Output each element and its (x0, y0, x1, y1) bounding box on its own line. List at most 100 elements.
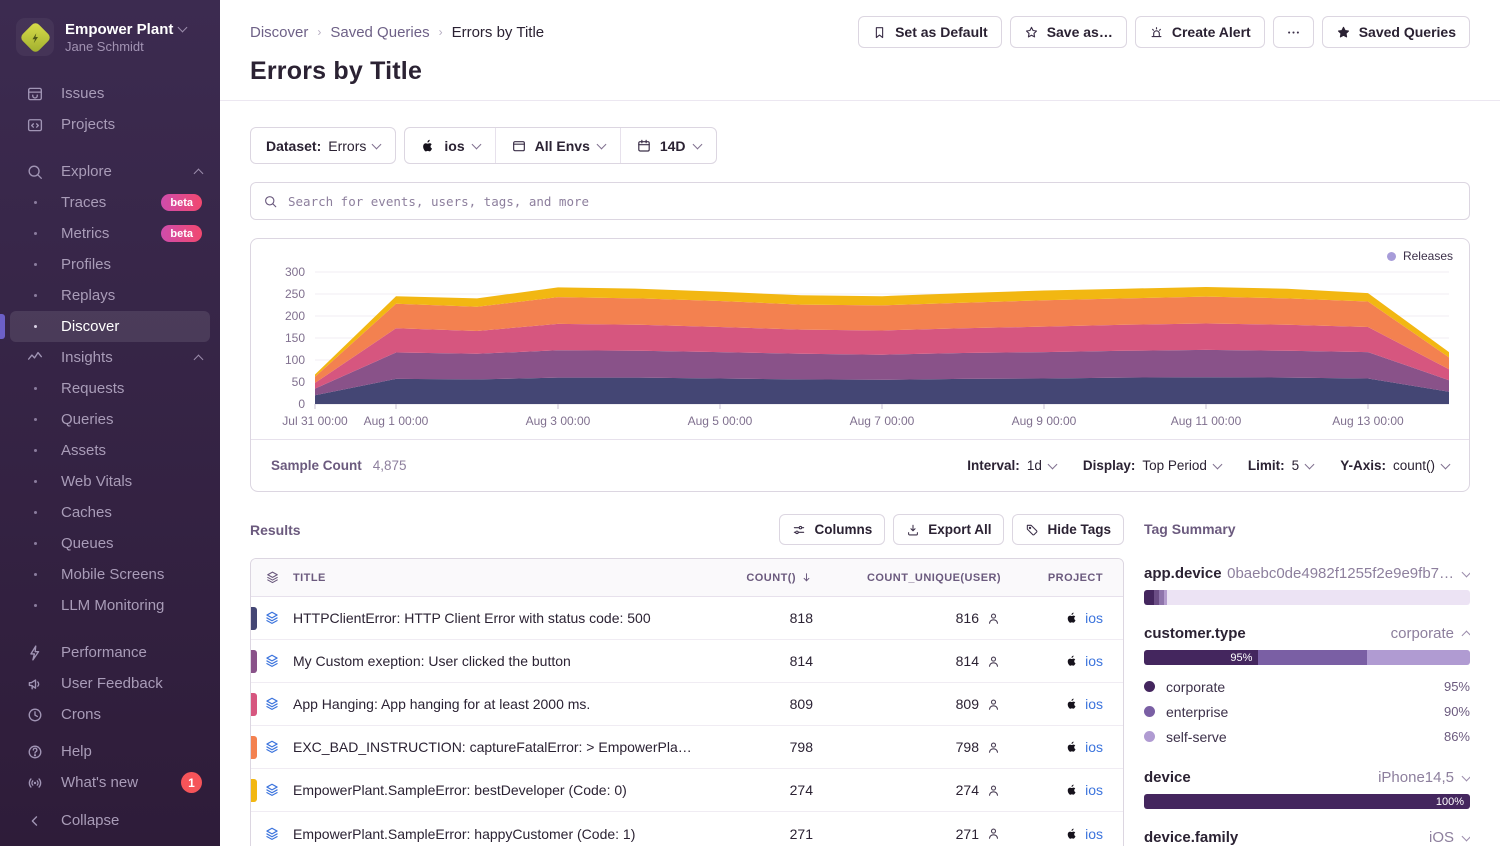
column-header-title[interactable]: TITLE (293, 572, 709, 584)
tag-section-header[interactable]: customer.typecorporate (1144, 625, 1470, 642)
chevron-left-icon (26, 812, 44, 830)
event-stack-cell[interactable] (251, 696, 293, 712)
event-stack-cell[interactable] (251, 610, 293, 626)
chevron-up-icon (194, 354, 204, 364)
display-dropdown[interactable]: Display:Top Period (1083, 458, 1221, 473)
breadcrumb-discover[interactable]: Discover (250, 24, 308, 41)
project-filter[interactable]: ios (405, 128, 494, 163)
table-row[interactable]: HTTPClientError: HTTP Client Error with … (251, 597, 1123, 640)
org-avatar (16, 18, 54, 56)
sidebar-item-label: Profiles (61, 256, 111, 273)
collapse-label: Collapse (61, 812, 119, 829)
sidebar-item-user-feedback[interactable]: User Feedback (10, 668, 210, 699)
table-row[interactable]: EXC_BAD_INSTRUCTION: captureFatalError: … (251, 726, 1123, 769)
sidebar-collapse-button[interactable]: Collapse (10, 805, 210, 836)
sidebar-item-profiles[interactable]: Profiles (10, 249, 210, 280)
tag-section-device-family: device.familyiOS100% (1144, 829, 1470, 846)
column-header-count[interactable]: COUNT() (709, 571, 813, 584)
project-link[interactable]: ios (1085, 739, 1103, 755)
error-title[interactable]: EmpowerPlant.SampleError: bestDeveloper … (293, 782, 709, 798)
sidebar-item-discover[interactable]: Discover (10, 311, 210, 342)
sidebar-item-traces[interactable]: Tracesbeta (10, 187, 210, 218)
dataset-dropdown[interactable]: Dataset: Errors (250, 127, 396, 164)
hide-tags-button[interactable]: Hide Tags (1012, 514, 1124, 545)
filter-bar: Dataset: Errors ios All Envs (250, 127, 1470, 164)
create-alert-button[interactable]: Create Alert (1135, 16, 1265, 48)
sidebar-item-mobile-screens[interactable]: Mobile Screens (10, 559, 210, 590)
page-filter-group: ios All Envs 14D (404, 127, 716, 164)
tag-breakdown-item[interactable]: self-serve86% (1144, 724, 1470, 749)
button-label: Hide Tags (1047, 522, 1111, 537)
search-icon (26, 163, 44, 181)
layers-icon (265, 570, 280, 585)
table-row[interactable]: App Hanging: App hanging for at least 20… (251, 683, 1123, 726)
event-stack-cell[interactable] (251, 653, 293, 669)
table-row[interactable]: EmpowerPlant.SampleError: bestDeveloper … (251, 769, 1123, 812)
sidebar-item-explore[interactable]: Explore (10, 156, 210, 187)
limit-dropdown[interactable]: Limit:5 (1248, 458, 1313, 473)
event-stack-cell[interactable] (251, 782, 293, 798)
error-title[interactable]: My Custom exeption: User clicked the but… (293, 653, 709, 669)
error-title[interactable]: EXC_BAD_INSTRUCTION: captureFatalError: … (293, 739, 709, 755)
sidebar-item-insights[interactable]: Insights (10, 342, 210, 373)
sidebar-item-requests[interactable]: Requests (10, 373, 210, 404)
org-switcher[interactable]: Empower Plant Jane Schmidt (0, 0, 220, 70)
project-link[interactable]: ios (1085, 782, 1103, 798)
sidebar-item-help[interactable]: Help (10, 736, 210, 767)
columns-button[interactable]: Columns (779, 514, 885, 545)
sidebar-item-issues[interactable]: Issues (10, 78, 210, 109)
sidebar-item-label: Crons (61, 706, 101, 723)
control-label: Display: (1083, 458, 1136, 473)
error-title[interactable]: App Hanging: App hanging for at least 20… (293, 696, 709, 712)
saved-queries-button[interactable]: Saved Queries (1322, 16, 1470, 48)
error-title[interactable]: EmpowerPlant.SampleError: happyCustomer … (293, 826, 709, 842)
results-buttons: Columns Export All Hide Tags (779, 514, 1124, 545)
project-link[interactable]: ios (1085, 696, 1103, 712)
sidebar-item-web-vitals[interactable]: Web Vitals (10, 466, 210, 497)
tag-section-header[interactable]: deviceiPhone14,5 (1144, 769, 1470, 786)
sidebar-item-whats-new[interactable]: What's new1 (10, 767, 210, 798)
event-stack-cell[interactable] (251, 739, 293, 755)
error-title[interactable]: HTTPClientError: HTTP Client Error with … (293, 610, 709, 626)
tag-breakdown-item[interactable]: corporate95% (1144, 674, 1470, 699)
sidebar-item-caches[interactable]: Caches (10, 497, 210, 528)
chart-panel: Releases 050100150200250300Jul 31 00:00A… (250, 238, 1470, 492)
sidebar-item-queries[interactable]: Queries (10, 404, 210, 435)
tag-dot-icon (1144, 706, 1155, 717)
date-range-filter[interactable]: 14D (620, 128, 716, 163)
search-input[interactable] (288, 194, 1457, 209)
table-row[interactable]: My Custom exeption: User clicked the but… (251, 640, 1123, 683)
project-link[interactable]: ios (1085, 653, 1103, 669)
column-header-count-unique[interactable]: COUNT_UNIQUE(USER) (813, 572, 1001, 584)
sidebar-item-crons[interactable]: Crons (10, 699, 210, 730)
sort-down-icon (800, 571, 813, 584)
more-button[interactable] (1273, 16, 1314, 48)
environment-filter[interactable]: All Envs (495, 128, 620, 163)
y-axis-dropdown[interactable]: Y-Axis:count() (1340, 458, 1449, 473)
tag-section-header[interactable]: device.familyiOS (1144, 829, 1470, 846)
tag-section-header[interactable]: app.device0baebc0de4982f1255f2e9e9fb7… (1144, 565, 1470, 582)
breadcrumb-saved-queries[interactable]: Saved Queries (330, 24, 429, 41)
project-link[interactable]: ios (1085, 826, 1103, 842)
project-link[interactable]: ios (1085, 610, 1103, 626)
help-icon (26, 743, 44, 761)
event-stack-cell[interactable] (251, 826, 293, 842)
export-all-button[interactable]: Export All (893, 514, 1004, 545)
sidebar-item-assets[interactable]: Assets (10, 435, 210, 466)
sidebar-item-projects[interactable]: Projects (10, 109, 210, 140)
set-as-default-button[interactable]: Set as Default (858, 16, 1002, 48)
chart-legend[interactable]: Releases (267, 248, 1453, 264)
tag-distribution-bar: 100% (1144, 794, 1470, 809)
interval-dropdown[interactable]: Interval:1d (967, 458, 1056, 473)
column-header-project[interactable]: PROJECT (1001, 572, 1123, 584)
tag-breakdown-item[interactable]: enterprise90% (1144, 699, 1470, 724)
sidebar-item-queues[interactable]: Queues (10, 528, 210, 559)
table-row[interactable]: EmpowerPlant.SampleError: happyCustomer … (251, 812, 1123, 846)
sidebar-item-performance[interactable]: Performance (10, 637, 210, 668)
person-icon (986, 740, 1001, 755)
sidebar-item-llm-monitoring[interactable]: LLM Monitoring (10, 590, 210, 621)
tag-item-percent: 95% (1444, 679, 1470, 694)
sidebar-item-metrics[interactable]: Metricsbeta (10, 218, 210, 249)
sidebar-item-replays[interactable]: Replays (10, 280, 210, 311)
save-as-button[interactable]: Save as… (1010, 16, 1127, 48)
